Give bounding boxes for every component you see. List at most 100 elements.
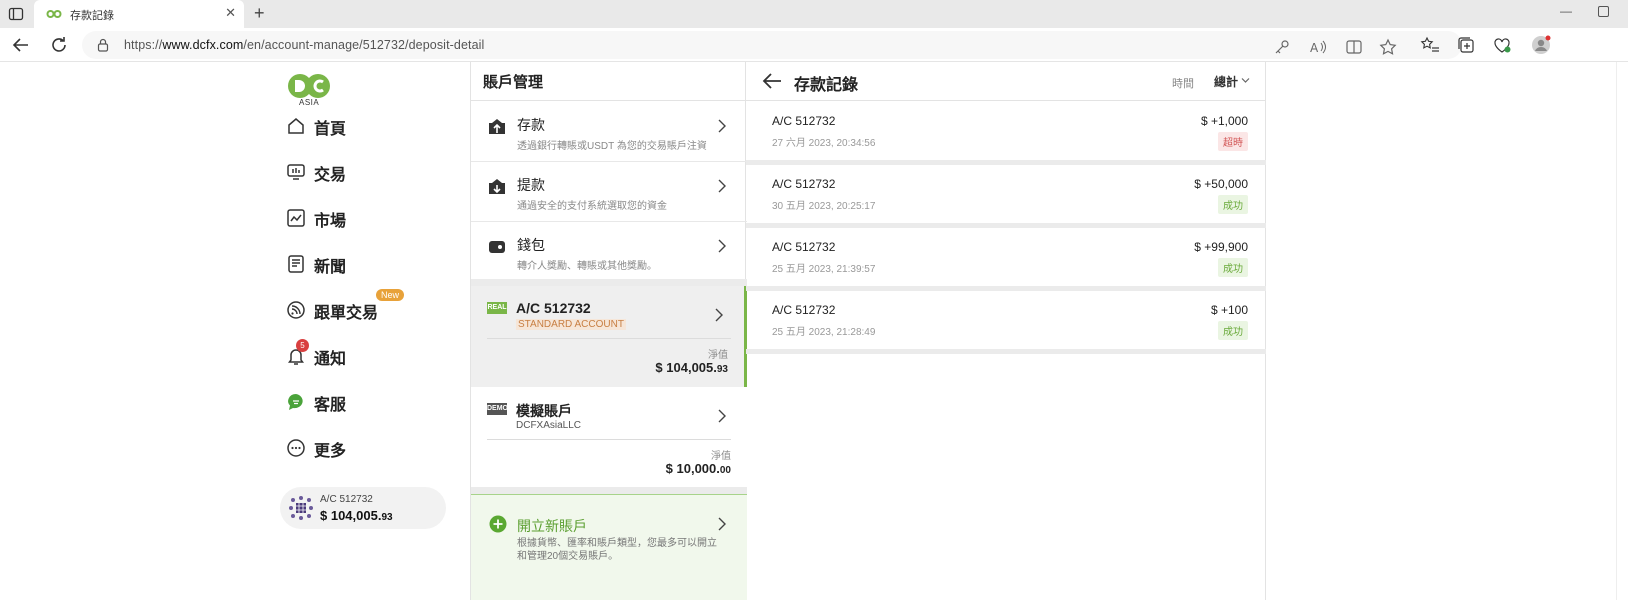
browser-tab[interactable]: 存款記錄 ✕ bbox=[34, 0, 244, 28]
market-chart-icon bbox=[287, 209, 305, 227]
card-divider bbox=[487, 338, 731, 339]
menu-subtitle: 轉介人獎勵、轉賬或其他獎勵。 bbox=[517, 261, 657, 272]
nav-label: 首頁 bbox=[314, 121, 347, 138]
account-management-panel: 賬戶管理 存款 透過銀行轉賬或USDT 為您的交易賬戶注資 提款 通過安全的支付… bbox=[470, 62, 747, 600]
nav-label: 客服 bbox=[314, 397, 347, 414]
window-minimize-icon[interactable]: — bbox=[1560, 4, 1572, 18]
status-badge: 成功 bbox=[1218, 321, 1248, 340]
record-time: 27 六月 2023, 20:34:56 bbox=[772, 138, 876, 149]
profile-avatar-icon[interactable] bbox=[1530, 34, 1552, 56]
menu-title: 存款 bbox=[517, 117, 545, 133]
record-time: 25 五月 2023, 21:39:57 bbox=[772, 264, 876, 275]
open-new-account-button[interactable]: 開立新賬戶 根據貨幣、匯率和賬戶類型，您最多可以開立和管理20個交易賬戶。 bbox=[471, 494, 747, 600]
card-divider bbox=[487, 439, 731, 440]
account-switcher[interactable]: A/C 512732 $ 104,005.93 bbox=[280, 487, 446, 529]
nav-item-support[interactable]: 客服 bbox=[286, 387, 456, 417]
menu-withdraw[interactable]: 提款 通過安全的支付系統選取您的資金 bbox=[471, 162, 747, 222]
balance-cents: 93 bbox=[381, 512, 393, 523]
record-amount: $ +99,900 bbox=[1194, 240, 1248, 254]
menu-wallet[interactable]: 錢包 轉介人獎勵、轉賬或其他獎勵。 bbox=[471, 222, 747, 282]
net-value-label: 淨值 bbox=[708, 350, 728, 361]
browser-health-icon[interactable] bbox=[1492, 35, 1512, 55]
home-icon bbox=[288, 118, 304, 134]
account-number: A/C 512732 bbox=[516, 300, 591, 316]
tab-title: 存款記錄 bbox=[70, 10, 114, 22]
chevron-down-icon[interactable] bbox=[1241, 77, 1250, 84]
records-header: 存款記錄 時間 總計 bbox=[746, 62, 1266, 101]
sidebar-toggle-icon[interactable] bbox=[8, 6, 24, 22]
record-account: A/C 512732 bbox=[772, 177, 836, 191]
account-type: STANDARD ACCOUNT bbox=[516, 319, 626, 330]
nav-item-market[interactable]: 市場 bbox=[286, 203, 456, 233]
tab-close-icon[interactable]: ✕ bbox=[225, 5, 236, 21]
new-tab-icon[interactable]: + bbox=[254, 3, 265, 24]
split-screen-icon[interactable] bbox=[1344, 37, 1364, 57]
panel-title: 賬戶管理 bbox=[483, 74, 544, 91]
url-text: https://www.dcfx.com/en/account-manage/5… bbox=[124, 38, 484, 52]
chevron-right-icon bbox=[718, 239, 726, 253]
nav-item-copy-trading[interactable]: 跟單交易 New bbox=[286, 289, 456, 325]
nav-item-home[interactable]: 首頁 bbox=[286, 111, 456, 141]
key-icon[interactable] bbox=[1272, 37, 1292, 57]
favorites-list-icon[interactable] bbox=[1420, 35, 1440, 55]
nav-item-more[interactable]: 更多 bbox=[286, 433, 456, 463]
window-restore-icon[interactable] bbox=[1598, 6, 1609, 17]
notification-count-badge: 5 bbox=[296, 339, 309, 352]
collections-icon[interactable] bbox=[1456, 35, 1476, 55]
nav-item-notifications[interactable]: 5 通知 bbox=[286, 339, 456, 371]
browser-tab-bar: 存款記錄 ✕ + — bbox=[0, 0, 1628, 28]
time-filter-select[interactable]: 總計 bbox=[1214, 73, 1238, 90]
net-value-main: $ 104,005. bbox=[655, 360, 717, 375]
deposit-record-row[interactable]: A/C 512732 30 五月 2023, 20:25:17 $ +50,00… bbox=[746, 165, 1266, 223]
section-separator bbox=[471, 487, 747, 494]
status-badge: 成功 bbox=[1218, 258, 1248, 277]
nav-item-news[interactable]: 新聞 bbox=[286, 249, 456, 279]
chevron-right-icon bbox=[718, 409, 726, 423]
chat-support-icon bbox=[288, 394, 303, 410]
record-account: A/C 512732 bbox=[772, 303, 836, 317]
news-icon bbox=[288, 255, 304, 273]
demo-account-card[interactable]: DEMO 模擬賬戶 DCFXAsiaLLC 淨值 $ 10,000.00 bbox=[471, 387, 747, 487]
plus-circle-icon bbox=[489, 515, 507, 533]
chevron-right-icon bbox=[715, 308, 723, 322]
net-value-cents: 00 bbox=[719, 465, 731, 476]
nav-label: 交易 bbox=[314, 167, 347, 184]
back-arrow-icon[interactable] bbox=[762, 72, 782, 90]
account-number: A/C 512732 bbox=[320, 494, 373, 505]
deposit-record-row[interactable]: A/C 512732 27 六月 2023, 20:34:56 $ +1,000… bbox=[746, 102, 1266, 160]
nav-item-trade[interactable]: 交易 bbox=[286, 157, 456, 187]
record-amount: $ +50,000 bbox=[1194, 177, 1248, 191]
left-navigation: ASIA 首頁 交易 市場 新聞 跟單交易 New 5 通知 客服 更多 A/C… bbox=[280, 62, 470, 600]
withdraw-icon bbox=[489, 179, 505, 194]
menu-title: 提款 bbox=[517, 177, 545, 193]
back-arrow-icon[interactable] bbox=[10, 34, 32, 56]
page-scrollbar[interactable] bbox=[1616, 62, 1628, 600]
open-account-description: 根據貨幣、匯率和賬戶類型，您最多可以開立和管理20個交易賬戶。 bbox=[517, 538, 717, 562]
reload-icon[interactable] bbox=[48, 34, 70, 56]
net-value: $ 10,000.00 bbox=[666, 461, 731, 476]
copy-trading-rss-icon bbox=[287, 301, 305, 319]
url-input[interactable]: https://www.dcfx.com/en/account-manage/5… bbox=[82, 31, 1462, 59]
deposit-icon bbox=[489, 119, 505, 134]
svg-text:A: A bbox=[1310, 41, 1319, 55]
read-aloud-icon[interactable]: A bbox=[1308, 37, 1328, 57]
favorite-star-icon[interactable] bbox=[1378, 37, 1398, 57]
deposit-record-row[interactable]: A/C 512732 25 五月 2023, 21:39:57 $ +99,90… bbox=[746, 228, 1266, 286]
status-badge: 成功 bbox=[1218, 195, 1248, 214]
nav-label: 跟單交易 bbox=[314, 305, 379, 322]
record-account: A/C 512732 bbox=[772, 114, 836, 128]
real-account-card[interactable]: REAL A/C 512732 STANDARD ACCOUNT 淨值 $ 10… bbox=[471, 286, 747, 387]
net-value-cents: 93 bbox=[716, 364, 728, 375]
wallet-icon bbox=[489, 241, 505, 253]
menu-deposit[interactable]: 存款 透過銀行轉賬或USDT 為您的交易賬戶注資 bbox=[471, 102, 747, 162]
nav-label: 通知 bbox=[314, 351, 347, 368]
real-tag: REAL bbox=[487, 302, 507, 314]
lock-icon[interactable] bbox=[96, 38, 110, 52]
deposit-record-row[interactable]: A/C 512732 25 五月 2023, 21:28:49 $ +100 成… bbox=[746, 291, 1266, 349]
more-dots-icon bbox=[287, 439, 305, 457]
menu-title: 錢包 bbox=[517, 237, 545, 253]
record-amount: $ +1,000 bbox=[1200, 114, 1248, 128]
chevron-right-icon bbox=[718, 119, 726, 133]
deposit-records-panel: 存款記錄 時間 總計 A/C 512732 27 六月 2023, 20:34:… bbox=[746, 62, 1266, 600]
demo-tag: DEMO bbox=[487, 403, 508, 415]
